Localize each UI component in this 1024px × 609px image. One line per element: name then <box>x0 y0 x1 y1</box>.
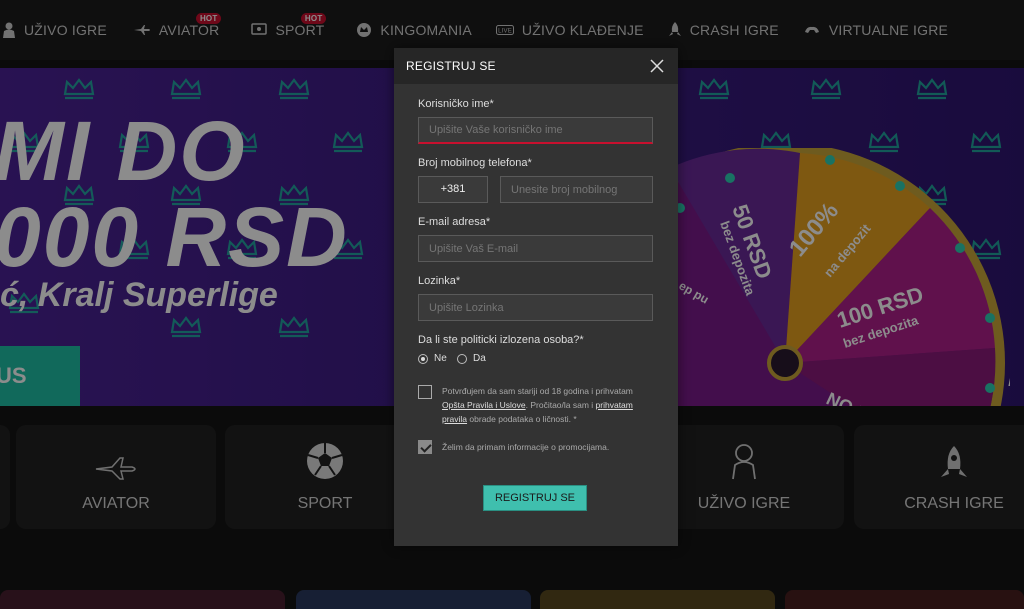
radio-label: Ne <box>434 353 447 364</box>
username-input[interactable] <box>418 117 653 144</box>
terms-link[interactable]: Opšta Pravila i Uslove <box>442 400 526 410</box>
terms-text-part: . Pročitao/la sam i <box>525 400 596 410</box>
modal-title: REGISTRUJ SE <box>406 59 496 73</box>
password-input[interactable] <box>418 294 653 321</box>
username-label: Korisničko ime* <box>418 98 494 110</box>
email-input[interactable] <box>418 235 653 262</box>
phone-label: Broj mobilnog telefona* <box>418 157 532 169</box>
email-label: E-mail adresa* <box>418 216 491 228</box>
registration-modal: REGISTRUJ SE Korisničko ime* Broj mobiln… <box>394 48 678 546</box>
phone-input[interactable] <box>500 176 653 203</box>
modal-header: REGISTRUJ SE <box>394 48 678 84</box>
pep-radio-da[interactable]: Da <box>457 353 486 364</box>
page: UŽIVO IGRE AVIATOR HOT SPORT HOT KINGOMA… <box>0 0 1024 609</box>
terms-text-part: obrade podataka o ličnosti. * <box>467 414 577 424</box>
promo-text: Želim da primam informacije o promocijam… <box>442 442 610 452</box>
radio-unselected-icon <box>457 353 467 364</box>
pep-label: Da li ste politicki izlozena osoba?* <box>418 334 584 346</box>
radio-selected-icon <box>418 353 428 364</box>
register-submit-button[interactable]: REGISTRUJ SE <box>483 485 587 511</box>
pep-radio-ne[interactable]: Ne <box>418 353 447 364</box>
radio-label: Da <box>473 353 486 364</box>
promo-checkbox[interactable] <box>418 440 432 454</box>
password-label: Lozinka* <box>418 275 461 287</box>
terms-text: Potvrđujem da sam stariji od 18 godina i… <box>442 384 656 426</box>
terms-checkbox[interactable] <box>418 385 432 399</box>
close-icon[interactable] <box>650 59 664 73</box>
phone-prefix[interactable]: +381 <box>418 176 488 203</box>
terms-text-part: Potvrđujem da sam stariji od 18 godina i… <box>442 386 633 396</box>
